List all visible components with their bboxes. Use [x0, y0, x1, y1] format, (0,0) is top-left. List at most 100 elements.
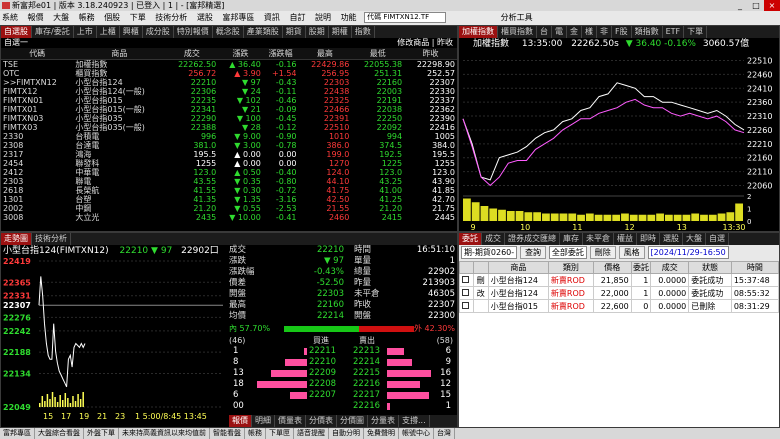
quote-tab-5[interactable]: 成分股 — [143, 26, 174, 38]
quote-col-header[interactable]: 商品 — [73, 48, 166, 60]
index-tab-3[interactable]: 電 — [552, 26, 567, 38]
account-select[interactable]: 期-期貨0260- — [461, 246, 518, 259]
detail-tab-2[interactable]: 價量表 — [275, 415, 306, 427]
detail-tab-6[interactable]: 支撐... — [399, 415, 430, 427]
detail-tab-5[interactable]: 分量表 — [368, 415, 399, 427]
order-col-header[interactable]: 委託 — [630, 261, 652, 274]
query-button[interactable]: 查詢 — [520, 246, 547, 259]
index-tab-2[interactable]: 台 — [537, 26, 552, 38]
quote-col-header[interactable]: 漲跌幅 — [262, 48, 299, 60]
index-tab-5[interactable]: 樣 — [582, 26, 597, 38]
menu-tech[interactable]: 技術分析 — [153, 11, 189, 25]
index-tab-4[interactable]: 金 — [567, 26, 582, 38]
order-col-header[interactable]: 類別 — [547, 261, 594, 274]
detail-tab-1[interactable]: 明細 — [252, 415, 275, 427]
menu-info[interactable]: 資訊 — [262, 11, 282, 25]
menu-function[interactable]: 功能 — [339, 11, 359, 25]
status-item[interactable]: 富邦專區 — [0, 428, 35, 439]
order-checkbox[interactable] — [459, 286, 474, 300]
quote-row[interactable]: 2002 中鋼 21.20 ▼ 0.55 -2.53 21.55 21.20 21.75 — [1, 204, 457, 213]
menu-account[interactable]: 帳務 — [77, 11, 97, 25]
close-button[interactable]: × — [764, 0, 780, 11]
detail-tab-0[interactable]: 報價 — [229, 415, 252, 427]
order-tab-0[interactable]: 委託 — [459, 233, 482, 245]
quote-row[interactable]: TSE 加權指數 22262.50 ▲ 36.40 -0.16 22429.86 22055… — [1, 60, 457, 70]
index-tab-0[interactable]: 加權指數 — [459, 26, 498, 38]
quote-row[interactable]: 2303 聯電 43.55 ▼ 0.35 -0.80 44.10 43.25 43.90 — [1, 177, 457, 186]
order-col-header[interactable]: 時間 — [730, 261, 779, 274]
index-tab-8[interactable]: 類指數 — [632, 26, 663, 38]
status-item[interactable]: 台灣 — [434, 428, 455, 439]
menu-fubon[interactable]: 富邦專區 — [220, 11, 256, 25]
menu-screen[interactable]: 選股 — [195, 11, 215, 25]
quote-row[interactable]: 2412 中華電 123.0 ▲ 0.50 -0.40 124.0 123.0 123.0 — [1, 168, 457, 177]
book-row[interactable]: 6 22207 22217 15 — [229, 390, 457, 401]
order-tab-8[interactable]: 大盤 — [683, 233, 706, 245]
quote-col-header[interactable]: 漲跌 — [218, 48, 263, 60]
status-item[interactable]: 下單匣 — [266, 428, 294, 439]
order-tab-3[interactable]: 庫存 — [560, 233, 583, 245]
date-range[interactable]: [2024/11/29-16:50 — [647, 246, 729, 259]
status-item[interactable]: 外盤下單 — [84, 428, 119, 439]
quote-tab-4[interactable]: 興櫃 — [120, 26, 143, 38]
quote-tab-1[interactable]: 庫存/委託 — [32, 26, 74, 38]
quote-tab-3[interactable]: 上櫃 — [97, 26, 120, 38]
status-item[interactable]: 免費聲明 — [364, 428, 399, 439]
quote-col-header[interactable]: 最低 — [351, 48, 405, 60]
style-button[interactable]: 風格 — [618, 246, 645, 259]
menu-market[interactable]: 大盤 — [51, 11, 71, 25]
status-item[interactable]: 未來持高義資訊以來均值前 — [119, 428, 210, 439]
order-tab-9[interactable]: 自選 — [706, 233, 729, 245]
quote-col-header[interactable]: 最高 — [298, 48, 352, 60]
quote-col-header[interactable]: 成交 — [165, 48, 219, 60]
checkbox-box[interactable] — [462, 275, 469, 283]
order-action-button[interactable] — [472, 299, 489, 313]
detail-tab-3[interactable]: 分價表 — [306, 415, 337, 427]
quote-row[interactable]: OTC 櫃買指數 256.72 ▲ 3.90 +1.54 256.95 251.31 252.… — [1, 69, 457, 78]
checkbox-box[interactable] — [462, 288, 469, 296]
quote-row[interactable]: 1301 台塑 41.35 ▼ 1.35 -3.16 42.50 41.25 42.70 — [1, 195, 457, 204]
order-checkbox[interactable] — [459, 273, 474, 287]
quote-tab-7[interactable]: 概念股 — [213, 26, 244, 38]
code-input[interactable]: 代碼 FIMTXN12.TF — [364, 12, 447, 23]
book-row[interactable]: 18 22208 22216 12 — [229, 379, 457, 390]
status-item[interactable]: 帳務 — [245, 428, 266, 439]
order-row[interactable]: 小型台指015 新賣ROD 22,600 0 0.0000 已刪除 08:31:29 — [459, 299, 779, 313]
quote-row[interactable]: FIMTX01 小型台指015(一般) 22341 ▼ 21 -0.09 22466 220… — [1, 105, 457, 114]
quote-row[interactable]: 2330 台積電 996 ▼ 9.00 -0.90 1010 994 1005 — [1, 132, 457, 141]
status-item[interactable]: 大盤綜合看盤 — [35, 428, 84, 439]
index-tab-10[interactable]: 下單 — [684, 26, 708, 38]
quote-tab-11[interactable]: 期權 — [329, 26, 352, 38]
order-action-button[interactable]: 刪 — [472, 273, 489, 287]
quote-tab-6[interactable]: 特別報價 — [174, 26, 213, 38]
index-tab-9[interactable]: ETF — [663, 26, 685, 38]
tab-technical[interactable]: 技術分析 — [32, 233, 71, 245]
status-item[interactable]: 智能看盤 — [210, 428, 245, 439]
filter-select[interactable]: 全部委託 — [548, 246, 587, 259]
quote-row[interactable]: FIMTX03 小型台指035(一般) 22388 ▼ 28 -0.12 22510 220… — [1, 123, 457, 132]
order-tab-6[interactable]: 即時 — [637, 233, 660, 245]
order-col-header[interactable]: 成交 — [650, 261, 690, 274]
status-item[interactable]: 自動分明 — [329, 428, 364, 439]
order-action-button[interactable]: 改 — [472, 286, 489, 300]
order-col-header[interactable]: 狀態 — [688, 261, 732, 274]
book-row[interactable]: 13 22209 22215 16 — [229, 368, 457, 379]
quote-row[interactable]: FIMTXN03 小型台指035 22290 ▼ 100 -0.45 22391 22250… — [1, 114, 457, 123]
quote-tab-2[interactable]: 上市 — [74, 26, 97, 38]
index-tab-6[interactable]: 非 — [597, 26, 612, 38]
quote-tab-9[interactable]: 期貨 — [283, 26, 306, 38]
order-row[interactable]: 刪小型台指124 新賣ROD 21,850 1 0.0000 委託成功 15:37:48 — [459, 273, 779, 287]
order-tab-5[interactable]: 權益 — [614, 233, 637, 245]
quote-row[interactable]: 2618 長榮航 41.55 ▼ 0.30 -0.72 41.75 41.00 41.85 — [1, 186, 457, 195]
quote-row[interactable]: 3008 大立光 2435 ▼ 10.00 -0.41 2460 2415 2445 — [1, 213, 457, 222]
quote-tab-12[interactable]: 指數 — [352, 26, 375, 38]
menu-stock[interactable]: 個股 — [102, 11, 122, 25]
order-col-header[interactable] — [459, 261, 474, 274]
menu-help[interactable]: 說明 — [313, 11, 333, 25]
tab-trend[interactable]: 走勢圖 — [1, 233, 32, 245]
order-col-header[interactable] — [472, 261, 489, 274]
menu-order[interactable]: 下單 — [128, 11, 148, 25]
order-tab-7[interactable]: 選股 — [660, 233, 683, 245]
watchlist-group[interactable]: 自選一 — [4, 38, 28, 47]
quote-row[interactable]: FIMTXN01 小型台指015 22235 ▼ 102 -0.46 22325 22191… — [1, 96, 457, 105]
